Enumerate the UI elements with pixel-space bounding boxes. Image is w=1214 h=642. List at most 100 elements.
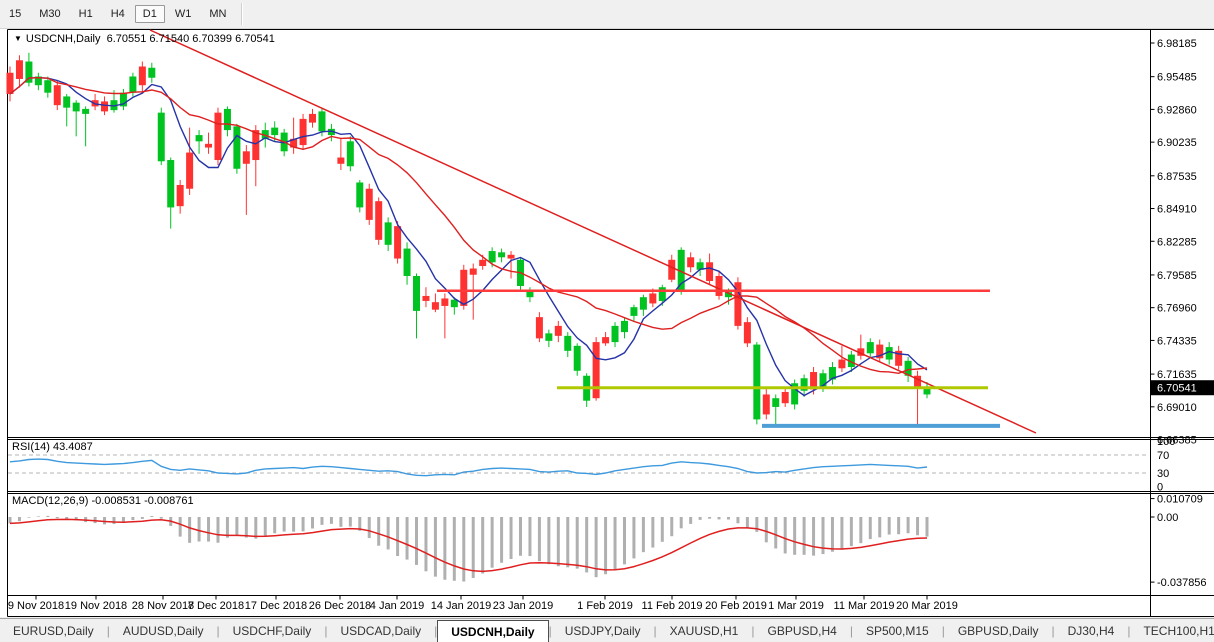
macd-histogram-bar — [216, 517, 219, 543]
tab-audusd-daily[interactable]: AUDUSD,Daily — [110, 619, 217, 642]
macd-histogram-bar — [330, 517, 333, 524]
price-axis-label: 6.92860 — [1157, 104, 1197, 116]
chart-ohlc-label: 6.70551 6.71540 6.70399 6.70541 — [107, 33, 275, 45]
macd-histogram-bar — [812, 517, 815, 556]
chart-title: ▼USDCNH,Daily 6.70551 6.71540 6.70399 6.… — [14, 33, 275, 45]
price-axis-label: 6.74335 — [1157, 335, 1197, 347]
tab-tech100-h1[interactable]: TECH100,H1 — [1130, 619, 1214, 642]
candle-body — [385, 222, 392, 244]
tab-sp500-m15[interactable]: SP500,M15 — [853, 619, 942, 642]
macd-axis-label: 0.010709 — [1157, 494, 1203, 506]
tab-dj30-h4[interactable]: DJ30,H4 — [1055, 619, 1128, 642]
candle-body — [158, 113, 165, 162]
tab-gbpusd-h4[interactable]: GBPUSD,H4 — [754, 619, 849, 642]
macd-histogram-bar — [150, 516, 153, 517]
macd-histogram-bar — [160, 517, 163, 519]
date-axis-label: 9 Nov 2018 — [8, 600, 64, 612]
candle-body — [177, 185, 184, 206]
price-axis-label: 6.95485 — [1157, 72, 1197, 84]
candle-body — [243, 151, 250, 163]
candle-body — [838, 360, 845, 369]
macd-histogram-bar — [472, 517, 475, 578]
price-axis-label: 6.69010 — [1157, 402, 1197, 414]
macd-histogram-bar — [642, 517, 645, 552]
macd-histogram-bar — [585, 517, 588, 572]
price-axis-label: 6.90235 — [1157, 137, 1197, 149]
candle-body — [867, 342, 874, 353]
candle-body — [404, 249, 411, 276]
candle-body — [753, 345, 760, 420]
date-axis-label: 20 Mar 2019 — [896, 600, 958, 612]
candle-body — [356, 182, 363, 207]
candle-body — [489, 251, 496, 262]
candle-body — [73, 103, 80, 112]
macd-histogram-bar — [349, 517, 352, 527]
macd-histogram-bar — [112, 517, 115, 524]
candle-body — [16, 60, 23, 79]
macd-histogram-bar — [727, 517, 730, 520]
macd-histogram-bar — [670, 517, 673, 536]
macd-histogram-bar — [614, 517, 617, 569]
macd-histogram-bar — [500, 517, 503, 563]
macd-histogram-bar — [179, 517, 182, 537]
macd-histogram-bar — [491, 517, 494, 568]
tab-usdchf-daily[interactable]: USDCHF,Daily — [220, 619, 325, 642]
rsi-indicator-label: RSI(14) 43.4087 — [12, 441, 93, 453]
macd-histogram-bar — [462, 517, 465, 582]
macd-histogram-bar — [689, 517, 692, 524]
macd-histogram-bar — [632, 517, 635, 558]
candle-body — [347, 141, 354, 166]
candle-body — [413, 276, 420, 311]
date-axis-label: 20 Feb 2019 — [705, 600, 767, 612]
macd-histogram-bar — [188, 517, 191, 543]
candle-body — [139, 67, 146, 86]
macd-histogram-bar — [443, 517, 446, 580]
macd-histogram-bar — [245, 517, 248, 538]
tab-gbpusd-daily[interactable]: GBPUSD,Daily — [945, 619, 1052, 642]
date-axis-label: 19 Nov 2018 — [65, 600, 127, 612]
tab-usdjpy-daily[interactable]: USDJPY,Daily — [552, 619, 654, 642]
macd-histogram-bar — [9, 517, 12, 523]
candle-body — [630, 307, 637, 316]
macd-histogram-bar — [803, 517, 806, 555]
macd-histogram-bar — [434, 517, 437, 577]
candle-body — [668, 260, 675, 280]
candle-body — [300, 119, 307, 145]
macd-histogram-bar — [651, 517, 654, 548]
macd-histogram-bar — [538, 517, 541, 561]
macd-histogram-bar — [273, 517, 276, 533]
macd-histogram-bar — [302, 517, 305, 531]
macd-histogram-bar — [528, 517, 531, 556]
date-axis-label: 4 Jan 2019 — [370, 600, 424, 612]
candle-body — [233, 126, 240, 168]
price-chart-svg: 6.981856.954856.928606.902356.875356.849… — [0, 0, 1214, 642]
macd-histogram-bar — [377, 517, 380, 546]
chart-dropdown-icon[interactable]: ▼ — [14, 34, 22, 43]
macd-indicator-label: MACD(12,26,9) -0.008531 -0.008761 — [12, 495, 194, 507]
macd-histogram-bar — [623, 517, 626, 564]
macd-histogram-bar — [907, 517, 910, 533]
macd-axis-label: -0.037856 — [1157, 577, 1207, 589]
price-axis-label: 6.76960 — [1157, 303, 1197, 315]
price-axis-label: 6.71635 — [1157, 369, 1197, 381]
macd-histogram-bar — [453, 517, 456, 581]
candle-body — [82, 109, 89, 114]
candle-body — [706, 262, 713, 281]
macd-histogram-bar — [765, 517, 768, 542]
macd-histogram-bar — [424, 517, 427, 571]
rsi-line — [10, 459, 927, 476]
candle-body — [744, 322, 751, 343]
candle-body — [214, 113, 221, 160]
candle-body — [545, 333, 552, 340]
macd-histogram-bar — [840, 517, 843, 550]
macd-histogram-bar — [519, 517, 522, 556]
candle-body — [422, 296, 429, 301]
macd-histogram-bar — [718, 517, 721, 519]
macd-histogram-bar — [396, 517, 399, 556]
tab-usdcnh-daily[interactable]: USDCNH,Daily — [437, 620, 548, 642]
date-axis-label: 17 Dec 2018 — [245, 600, 307, 612]
tab-eurusd-daily[interactable]: EURUSD,Daily — [0, 619, 107, 642]
candle-body — [129, 76, 136, 92]
tab-xauusd-h1[interactable]: XAUUSD,H1 — [657, 619, 752, 642]
tab-usdcad-daily[interactable]: USDCAD,Daily — [327, 619, 434, 642]
